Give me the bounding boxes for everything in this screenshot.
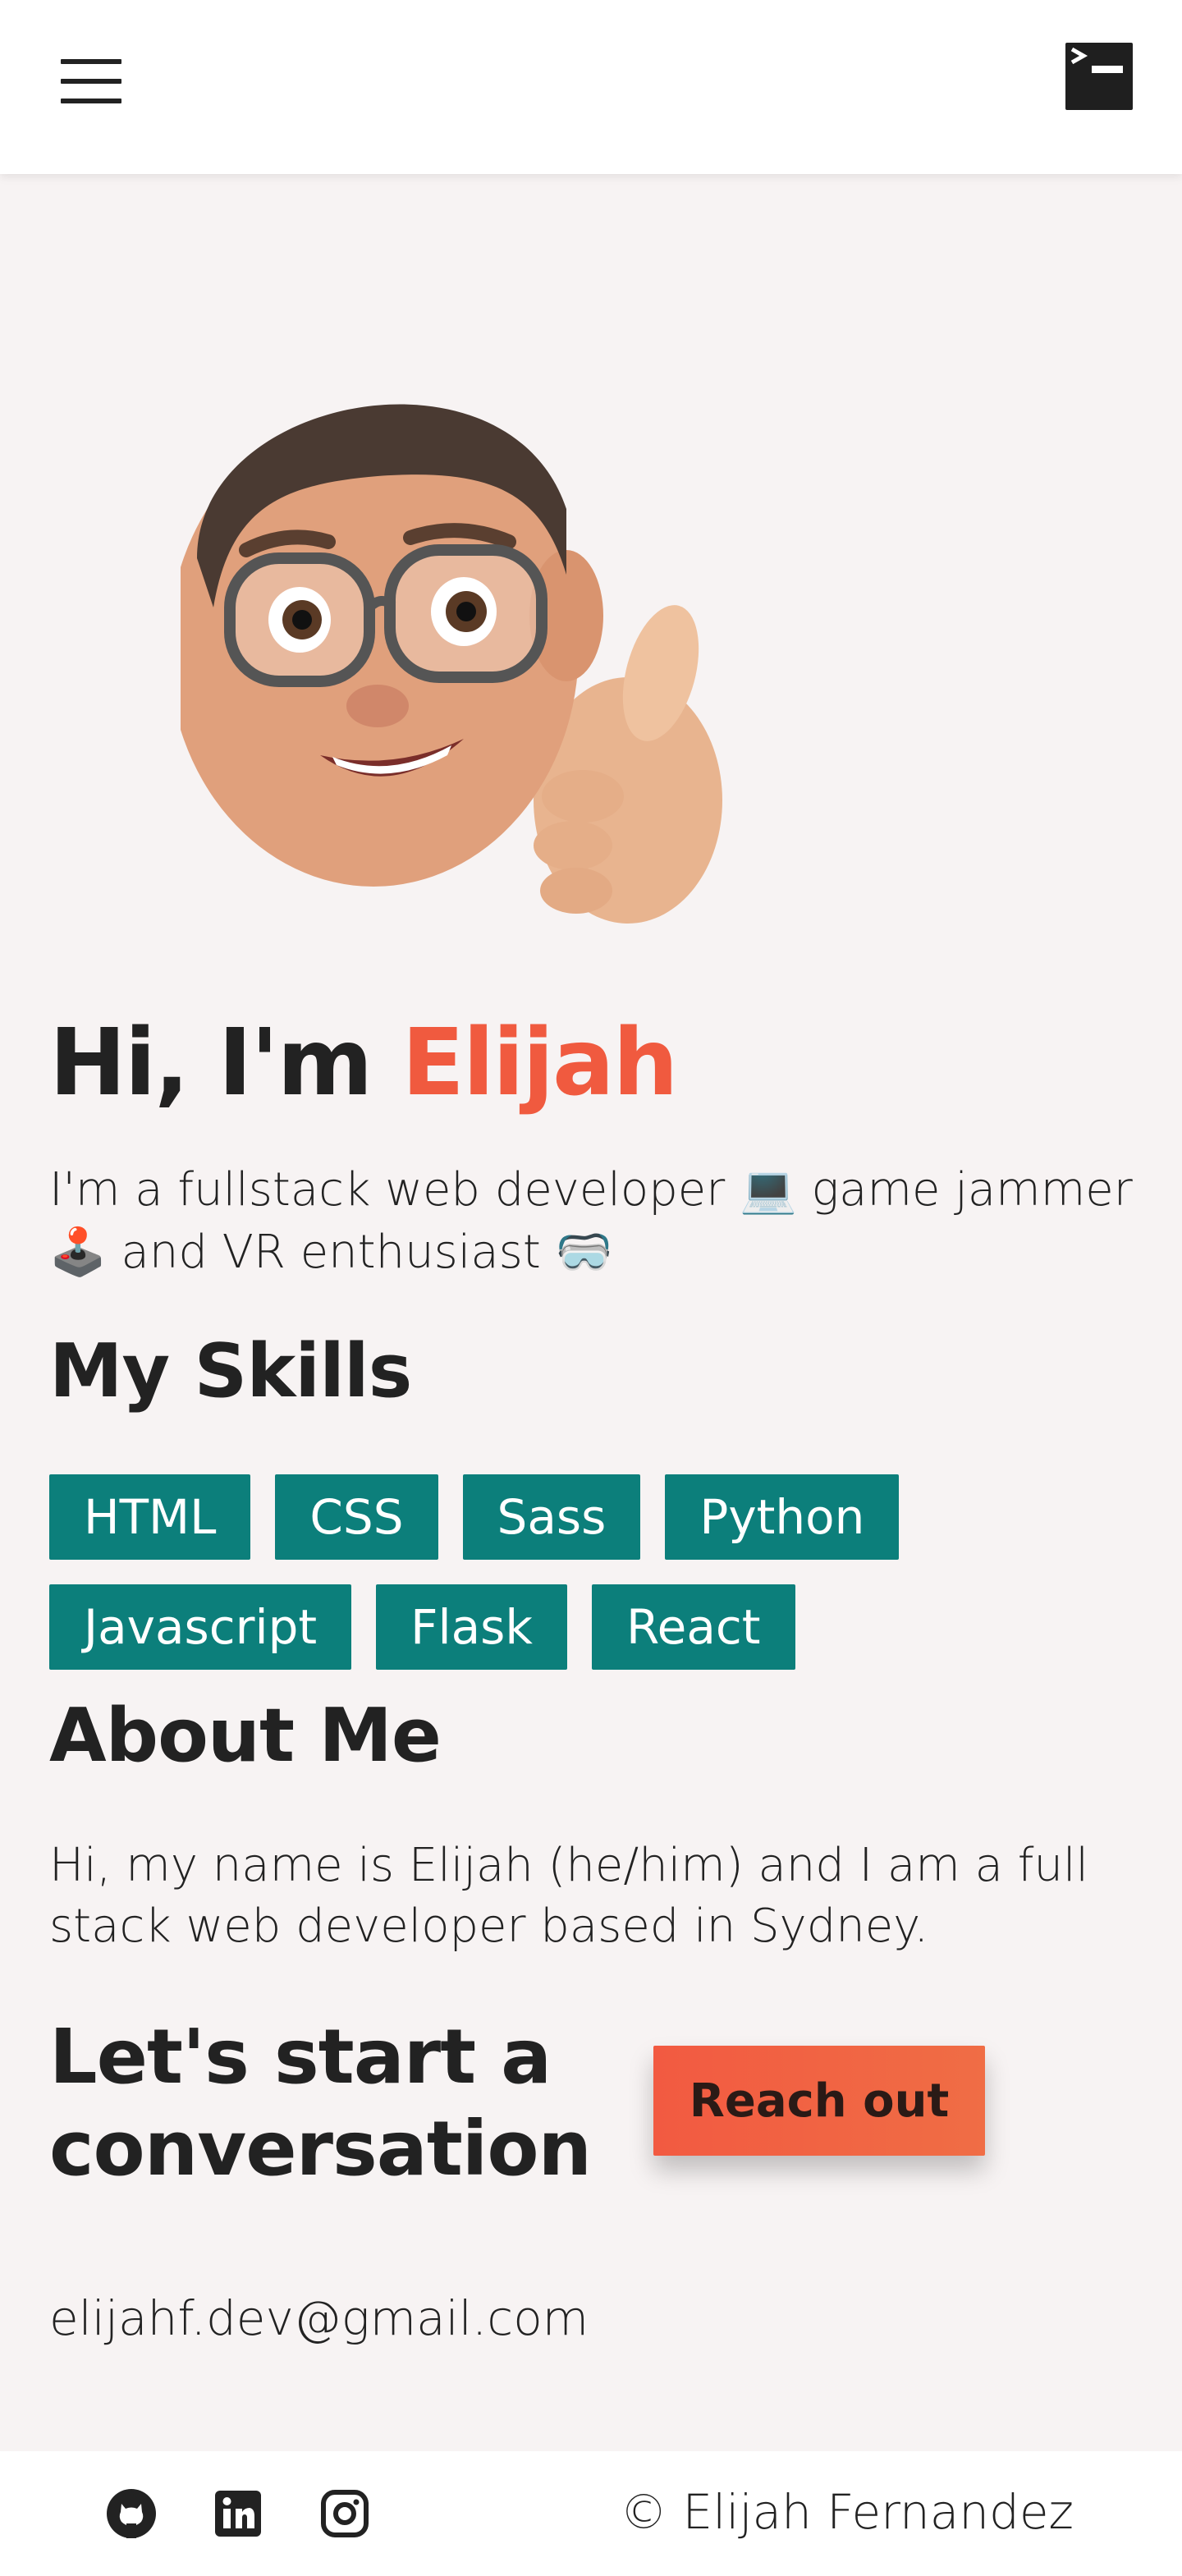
reach-out-button[interactable]: Reach out (653, 2046, 985, 2156)
contact-title: Let's start a conversation (49, 2013, 592, 2193)
skills-title: My Skills (49, 1328, 412, 1414)
hamburger-menu-icon[interactable] (61, 57, 121, 105)
skill-tag: React (591, 1584, 795, 1670)
skill-tag: Flask (376, 1584, 567, 1670)
hero-title: Hi, I'm Elijah (49, 1010, 678, 1116)
skills-row-2: Javascript Flask React (49, 1584, 795, 1670)
terminal-icon[interactable] (1065, 43, 1133, 110)
skills-row-1: HTML CSS Sass Python (49, 1474, 900, 1560)
site-footer: © Elijah Fernandez (0, 2451, 1182, 2576)
email-link[interactable]: elijahf.dev@gmail.com (49, 2290, 589, 2346)
about-title: About Me (49, 1693, 442, 1779)
github-icon[interactable] (105, 2487, 158, 2540)
hero-subtitle: I'm a fullstack web developer 💻 game jam… (49, 1163, 1133, 1279)
hero-greeting: Hi, I'm (49, 1010, 402, 1116)
hero-name: Elijah (401, 1010, 678, 1116)
site-header (0, 0, 1182, 174)
skill-tag: HTML (49, 1474, 251, 1560)
skill-tag: CSS (275, 1474, 438, 1560)
instagram-icon[interactable] (318, 2487, 371, 2540)
about-text: Hi, my name is Elijah (he/him) and I am … (49, 1839, 1089, 1953)
memoji-avatar (181, 345, 755, 936)
skill-tag: Javascript (49, 1584, 352, 1670)
skill-tag: Sass (462, 1474, 641, 1560)
skill-tag: Python (665, 1474, 900, 1560)
copyright-text: © Elijah Fernandez (620, 2484, 1074, 2540)
linkedin-icon[interactable] (212, 2487, 264, 2540)
